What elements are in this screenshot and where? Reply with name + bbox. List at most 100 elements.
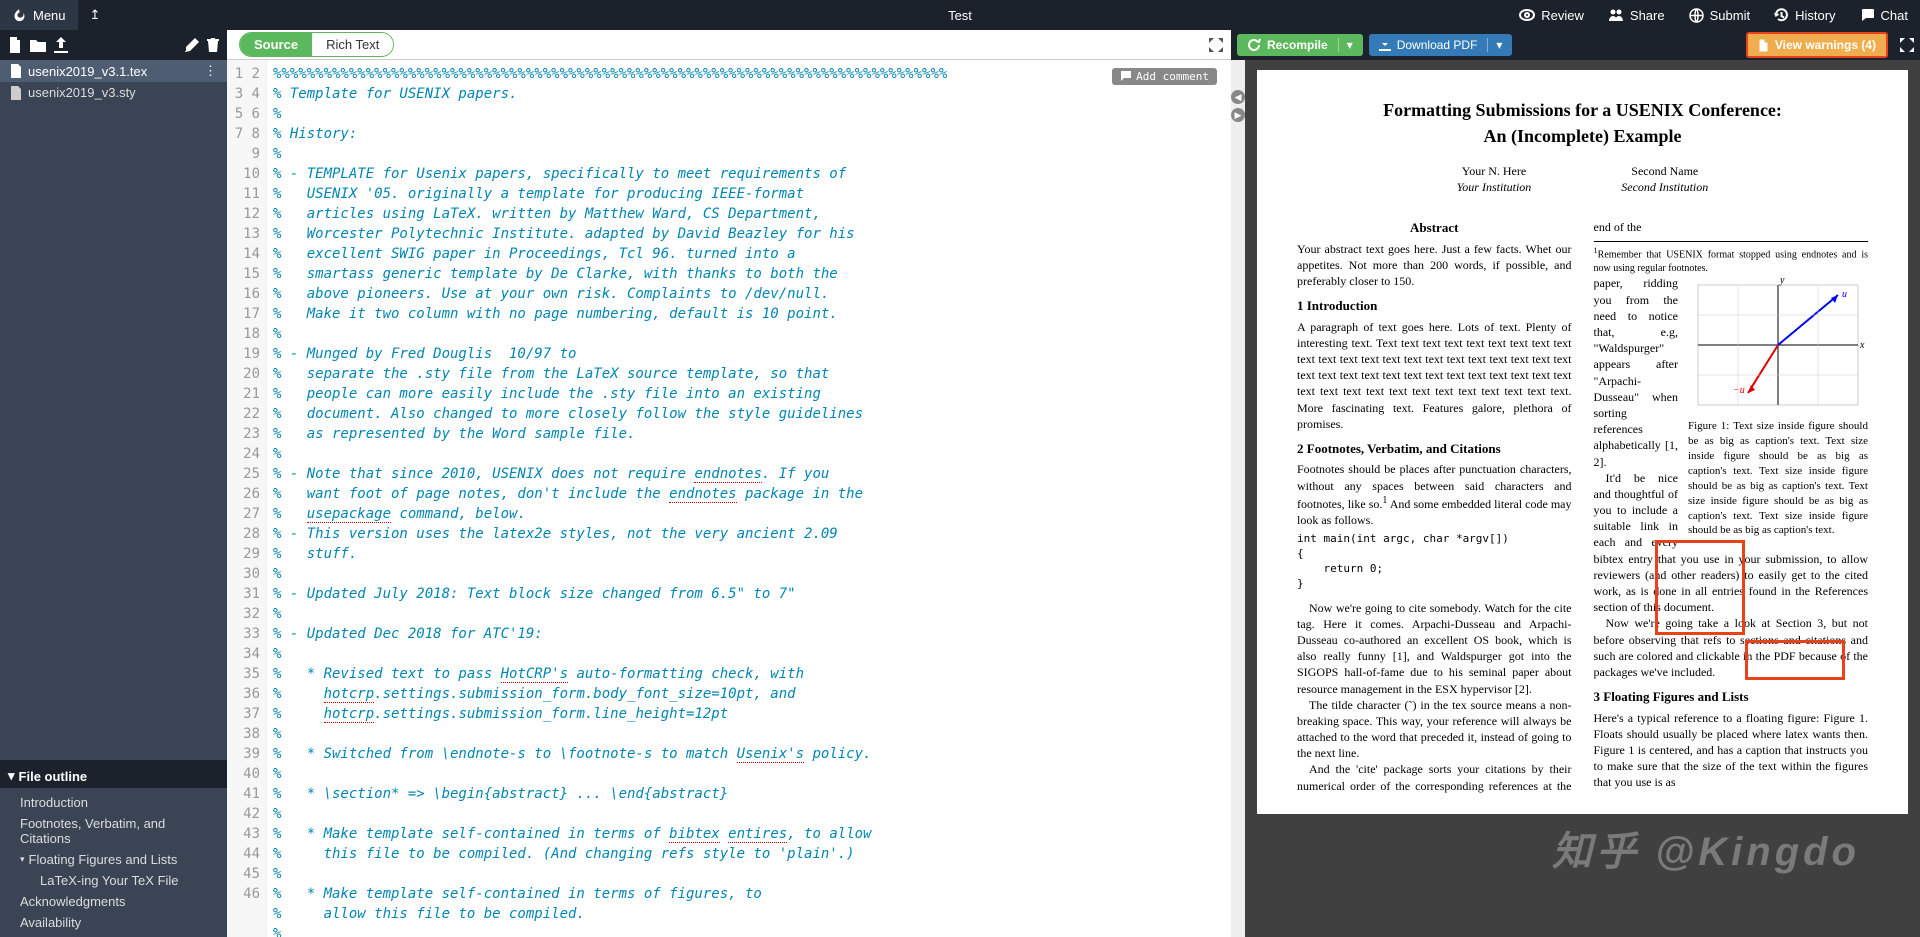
file-item-tex[interactable]: usenix2019_v3.1.tex ⋮ [0,60,227,82]
chat-label: Chat [1881,8,1908,23]
chat-button[interactable]: Chat [1848,0,1920,30]
paragraph: Here's a typical reference to a floating… [1594,710,1869,791]
figure-caption: Figure 1: Text size inside figure should… [1688,419,1868,538]
add-comment-button[interactable]: Add comment [1112,68,1217,85]
chevron-down-icon: ▾ [8,768,15,784]
svg-text:y: y [1779,275,1785,286]
file-name-label: usenix2019_v3.sty [28,85,136,100]
file-icon [10,86,22,100]
chat-icon [1860,8,1875,22]
outline-item[interactable]: ▾Floating Figures and Lists [0,849,227,870]
main-area: usenix2019_v3.1.tex ⋮ usenix2019_v3.sty … [0,60,1920,937]
view-warnings-button[interactable]: View warnings (4) [1746,32,1888,58]
annotation-box [1745,640,1845,680]
globe-icon [1689,8,1704,23]
author-block: Your N. HereYour Institution Second Name… [1297,163,1868,195]
chevron-down-icon: ▾ [1338,38,1353,52]
outline-title: File outline [19,769,88,784]
new-file-icon[interactable] [8,37,22,53]
author-inst: Your Institution [1457,179,1532,195]
svg-text:x: x [1859,340,1865,351]
editor-pdf-splitter[interactable]: ◀ ▶ [1231,60,1245,937]
pdf-page: Formatting Submissions for a USENIX Conf… [1257,70,1908,814]
history-label: History [1795,8,1835,23]
section-heading: 1 Introduction [1297,297,1572,315]
editor-mode-toggle: Source Rich Text [239,32,394,57]
code-content[interactable]: %%%%%%%%%%%%%%%%%%%%%%%%%%%%%%%%%%%%%%%%… [267,60,1231,937]
author-inst: Second Institution [1621,179,1708,195]
rename-icon[interactable] [185,38,199,52]
section-heading: 3 Floating Figures and Lists [1594,688,1869,706]
paper-body: Abstract Your abstract text goes here. J… [1297,219,1868,794]
code-block: int main(int argc, char *argv[]) { retur… [1297,532,1572,591]
up-arrow-icon: ↥ [90,7,101,23]
download-pdf-button[interactable]: Download PDF ▾ [1369,34,1513,56]
file-icon [10,64,22,78]
paper-title-2: An (Incomplete) Example [1297,124,1868,148]
author-name: Your N. Here [1457,163,1532,179]
share-label: Share [1630,8,1665,23]
file-item-sty[interactable]: usenix2019_v3.sty [0,82,227,103]
chevron-down-icon: ▾ [1487,38,1502,52]
svg-text:u: u [1842,289,1847,300]
file-name-label: usenix2019_v3.1.tex [28,64,147,79]
people-icon [1608,8,1624,22]
history-button[interactable]: History [1762,0,1847,30]
rich-text-tab[interactable]: Rich Text [312,33,393,56]
file-icon [1758,39,1769,52]
delete-icon[interactable] [207,38,219,52]
section-heading: 2 Footnotes, Verbatim, and Citations [1297,440,1572,458]
download-label: Download PDF [1397,38,1478,52]
outline-list: Introduction Footnotes, Verbatim, and Ci… [0,788,227,937]
toolbar-row: Source Rich Text Recompile ▾ Download PD… [0,30,1920,60]
menu-button[interactable]: Menu [0,0,78,30]
project-title: Test [948,8,972,23]
line-gutter: 1 2 3 4 5 6 7 8 9 10 11 12 13 14 15 16 1… [227,60,267,937]
abstract-text: Your abstract text goes here. Just a few… [1297,241,1572,290]
outline-item[interactable]: Footnotes, Verbatim, and Citations [0,813,227,849]
share-button[interactable]: Share [1596,0,1677,30]
svg-text:−u: −u [1733,385,1745,396]
abstract-heading: Abstract [1297,219,1572,237]
review-button[interactable]: Review [1507,0,1596,30]
menu-label: Menu [33,8,66,23]
upload-icon[interactable] [54,37,68,53]
submit-button[interactable]: Submit [1677,0,1762,30]
review-icon [1519,8,1535,22]
sync-right-icon[interactable]: ▶ [1231,108,1245,122]
recompile-button[interactable]: Recompile ▾ [1237,34,1363,56]
vector-figure-icon: y x u −u [1688,275,1868,415]
overleaf-logo-icon [12,8,27,23]
paragraph: The tilde character (˜) in the tex sourc… [1297,697,1572,762]
expand-editor-icon[interactable] [1209,38,1223,52]
outline-item[interactable]: Introduction [0,792,227,813]
more-icon[interactable]: ⋮ [204,63,217,79]
source-tab[interactable]: Source [240,33,312,56]
footnote: 1Remember that USENIX format stopped usi… [1594,241,1869,275]
warnings-label: View warnings (4) [1775,38,1876,52]
annotation-box [1655,540,1745,635]
watermark-text: 知乎 @Kingdo [1552,819,1860,877]
paragraph: Now we're going to cite somebody. Watch … [1297,600,1572,697]
up-button[interactable]: ↥ [78,0,113,30]
history-icon [1774,8,1789,23]
expand-pdf-icon[interactable] [1900,38,1914,52]
comment-icon [1120,71,1132,82]
sync-left-icon[interactable]: ◀ [1231,90,1245,104]
review-label: Review [1541,8,1584,23]
file-outline-header[interactable]: ▾ File outline [0,764,227,788]
add-comment-label: Add comment [1136,70,1209,83]
refresh-icon [1247,38,1261,52]
chevron-down-icon: ▾ [20,854,25,865]
code-editor[interactable]: Add comment 1 2 3 4 5 6 7 8 9 10 11 12 1… [227,60,1231,937]
paragraph: A paragraph of text goes here. Lots of t… [1297,319,1572,432]
outline-item[interactable]: LaTeX-ing Your TeX File [0,870,227,891]
outline-item[interactable]: Availability [0,912,227,933]
top-bar: Menu ↥ Test Review Share Submit History … [0,0,1920,30]
outline-item[interactable]: Acknowledgments [0,891,227,912]
paragraph: Footnotes should be places after punctua… [1297,461,1572,528]
figure-1: y x u −u Figure 1: Text size inside figu… [1688,275,1868,538]
new-folder-icon[interactable] [30,38,46,52]
file-tree-panel: usenix2019_v3.1.tex ⋮ usenix2019_v3.sty … [0,60,227,937]
pdf-preview[interactable]: Formatting Submissions for a USENIX Conf… [1245,60,1920,937]
